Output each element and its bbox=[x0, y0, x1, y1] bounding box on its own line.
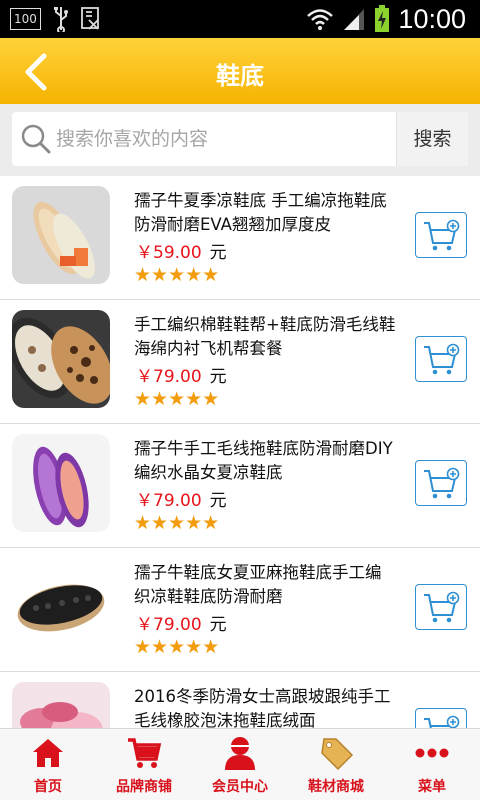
page-title: 鞋底 bbox=[216, 62, 264, 90]
product-item[interactable]: 手工编织棉鞋鞋帮+鞋底防滑毛线鞋海绵内衬飞机帮套餐 ￥79.00 元 ★★★★★ bbox=[0, 300, 480, 424]
tab-shoe-material-mall[interactable]: 鞋材商城 bbox=[288, 729, 384, 800]
tab-label: 品牌商铺 bbox=[116, 779, 172, 795]
add-cart-icon bbox=[424, 591, 460, 623]
product-item[interactable]: 孺子牛夏季凉鞋底 手工编凉拖鞋底 防滑耐磨EVA翘翘加厚度皮 ￥59.00 元 ★… bbox=[0, 176, 480, 300]
add-to-cart-button[interactable] bbox=[415, 584, 467, 630]
wifi-icon bbox=[307, 9, 334, 30]
search-bar: 搜索 bbox=[0, 104, 480, 176]
search-icon bbox=[21, 124, 51, 154]
more-icon bbox=[415, 748, 449, 758]
product-name: 孺子牛手工毛线拖鞋底防滑耐磨DIY编织水晶女夏凉鞋底 bbox=[134, 439, 393, 482]
price-unit: 元 bbox=[209, 491, 227, 511]
price-unit: 元 bbox=[209, 615, 227, 635]
add-to-cart-button[interactable] bbox=[415, 708, 467, 728]
rating-stars: ★★★★★ bbox=[134, 389, 219, 409]
product-price: ￥79.00 元 bbox=[136, 615, 227, 635]
product-name: 手工编织棉鞋鞋帮+鞋底防滑毛线鞋海绵内衬飞机帮套餐 bbox=[134, 315, 396, 358]
add-cart-icon bbox=[424, 219, 460, 251]
rating-stars: ★★★★★ bbox=[134, 513, 219, 533]
price-unit: 元 bbox=[209, 367, 227, 387]
product-price: ￥79.00 元 bbox=[136, 491, 227, 511]
product-item[interactable]: 2016冬季防滑女士高跟坡跟纯手工毛线橡胶泡沫拖鞋底绒面 ★★★★★ bbox=[0, 672, 480, 728]
home-icon bbox=[33, 739, 63, 767]
product-name: 孺子牛夏季凉鞋底 手工编凉拖鞋底 防滑耐磨EVA翘翘加厚度皮 bbox=[134, 191, 387, 234]
add-cart-icon bbox=[424, 343, 460, 375]
product-item[interactable]: 孺子牛鞋底女夏亚麻拖鞋底手工编织凉鞋鞋底防滑耐磨 ￥79.00 元 ★★★★★ bbox=[0, 548, 480, 672]
star-icon: ★★★★★ bbox=[134, 512, 220, 534]
product-image bbox=[12, 558, 110, 656]
rating-stars: ★★★★★ bbox=[134, 637, 219, 657]
product-list: 孺子牛夏季凉鞋底 手工编凉拖鞋底 防滑耐磨EVA翘翘加厚度皮 ￥59.00 元 ★… bbox=[0, 176, 480, 728]
tab-brand-shops[interactable]: 品牌商铺 bbox=[96, 729, 192, 800]
tab-label: 菜单 bbox=[418, 779, 446, 795]
product-name: 孺子牛鞋底女夏亚麻拖鞋底手工编织凉鞋鞋底防滑耐磨 bbox=[134, 563, 382, 606]
tag-icon bbox=[321, 738, 354, 771]
star-icon: ★★★★★ bbox=[134, 388, 220, 410]
star-icon: ★★★★★ bbox=[134, 264, 220, 286]
tab-label: 鞋材商城 bbox=[308, 779, 364, 795]
status-time: 10:00 bbox=[398, 3, 466, 34]
tab-label: 会员中心 bbox=[212, 779, 268, 795]
tab-label: 首页 bbox=[34, 779, 62, 795]
search-input[interactable] bbox=[56, 112, 392, 166]
add-cart-icon bbox=[424, 467, 460, 499]
battery-charging-icon bbox=[375, 5, 390, 32]
product-name: 2016冬季防滑女士高跟坡跟纯手工毛线橡胶泡沫拖鞋底绒面 bbox=[134, 687, 391, 728]
product-image bbox=[12, 186, 110, 284]
product-image bbox=[12, 682, 110, 728]
product-image bbox=[12, 310, 110, 408]
bottom-tab-bar: 首页 品牌商铺 会员中心 鞋材商城 菜单 bbox=[0, 728, 480, 800]
tab-member-center[interactable]: 会员中心 bbox=[192, 729, 288, 800]
user-icon bbox=[225, 737, 255, 770]
tab-menu[interactable]: 菜单 bbox=[384, 729, 480, 800]
add-to-cart-button[interactable] bbox=[415, 212, 467, 258]
add-to-cart-button[interactable] bbox=[415, 460, 467, 506]
search-box bbox=[12, 112, 396, 166]
product-price: ￥59.00 元 bbox=[136, 243, 227, 263]
product-price: ￥79.00 元 bbox=[136, 367, 227, 387]
star-icon: ★★★★★ bbox=[134, 636, 220, 658]
rating-stars: ★★★★★ bbox=[134, 265, 219, 285]
add-cart-icon bbox=[424, 715, 460, 728]
signal-icon bbox=[344, 9, 365, 30]
product-item[interactable]: 孺子牛手工毛线拖鞋底防滑耐磨DIY编织水晶女夏凉鞋底 ￥79.00 元 ★★★★★ bbox=[0, 424, 480, 548]
cart-icon bbox=[128, 738, 162, 768]
notification-icon bbox=[81, 7, 99, 30]
price-unit: 元 bbox=[209, 243, 227, 263]
add-to-cart-button[interactable] bbox=[415, 336, 467, 382]
title-bar: 鞋底 bbox=[0, 38, 480, 104]
tab-home[interactable]: 首页 bbox=[0, 729, 96, 800]
status-bar: 100 10:00 bbox=[0, 0, 480, 38]
battery-percent-badge: 100 bbox=[10, 8, 41, 30]
product-image bbox=[12, 434, 110, 532]
search-button[interactable]: 搜索 bbox=[396, 112, 468, 166]
usb-icon bbox=[53, 7, 68, 32]
